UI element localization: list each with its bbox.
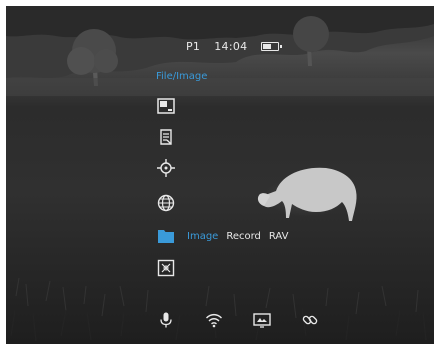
status-bar: P1 14:04: [186, 40, 283, 53]
profile-indicator: P1: [186, 40, 201, 53]
display-mode-icon[interactable]: [252, 310, 272, 330]
microphone-icon[interactable]: [156, 310, 176, 330]
submenu-option-record[interactable]: Record: [226, 231, 261, 242]
submenu-option-image[interactable]: Image: [187, 231, 218, 242]
menu-title: File/Image: [156, 71, 208, 82]
folder-icon[interactable]: [156, 226, 176, 246]
thermal-viewfinder: P1 14:04 File/Image Image Record RAV: [6, 6, 434, 344]
file-submenu: Image Record RAV: [187, 231, 288, 242]
battery-icon: [261, 42, 283, 51]
battery-level: [263, 44, 272, 49]
picture-in-picture-icon[interactable]: [156, 96, 176, 116]
thermal-scene: [6, 6, 434, 342]
clock: 14:04: [214, 40, 248, 53]
submenu-option-rav[interactable]: RAV: [269, 231, 289, 242]
crosshair-icon[interactable]: [156, 158, 176, 178]
wifi-icon[interactable]: [204, 310, 224, 330]
globe-icon[interactable]: [156, 193, 176, 213]
file-list-icon[interactable]: [156, 127, 176, 147]
bottom-status-icons: [156, 310, 320, 330]
link-icon[interactable]: [300, 310, 320, 330]
animal-heat-signature: [257, 167, 357, 221]
zoom-frame-icon[interactable]: [156, 258, 176, 278]
